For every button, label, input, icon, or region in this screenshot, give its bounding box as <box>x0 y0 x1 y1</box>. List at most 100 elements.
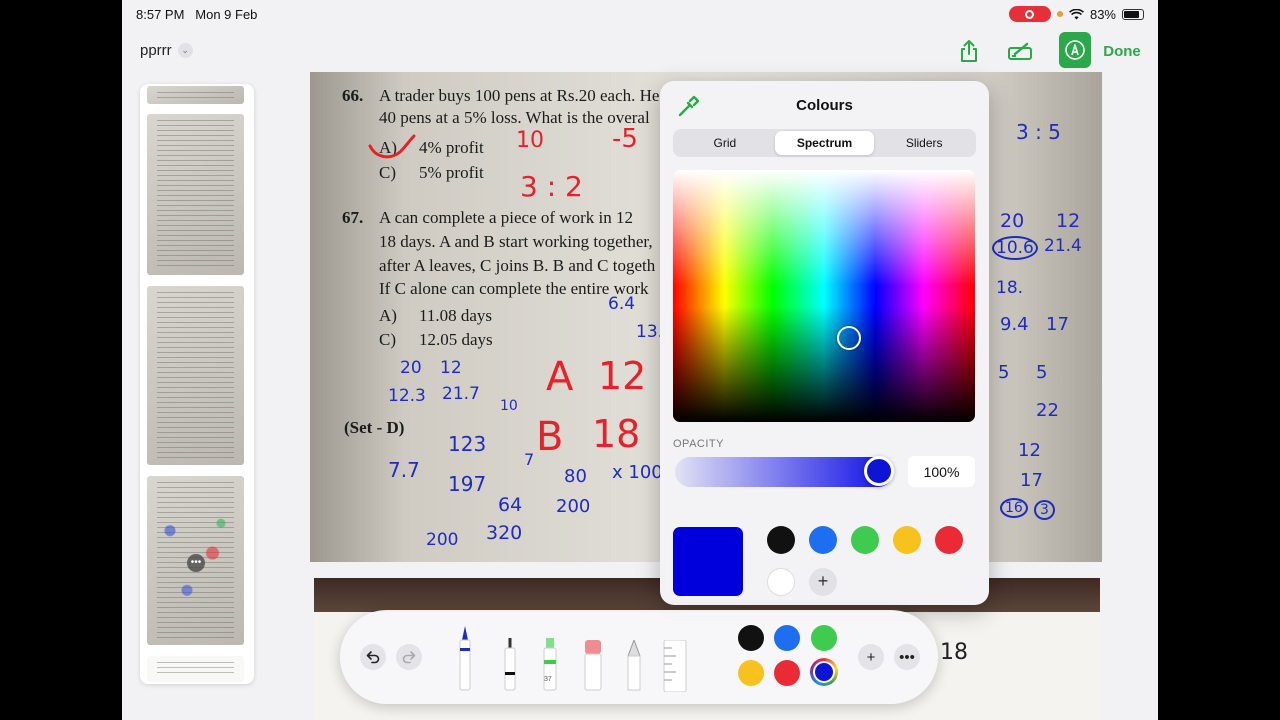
ink-annotation: 17 <box>1046 314 1069 335</box>
question-number: 67. <box>342 208 364 227</box>
ink-annotation: 197 <box>448 472 487 496</box>
ink-annotation: 18 <box>940 640 968 665</box>
ink-annotation: 10 <box>500 398 518 414</box>
colour-swatch-black[interactable] <box>767 526 795 554</box>
document-title-label: pprrr <box>140 42 172 59</box>
add-colour-button[interactable]: + <box>809 568 837 596</box>
markup-button[interactable] <box>1059 32 1091 68</box>
redo-icon <box>402 651 416 664</box>
colours-popover[interactable]: Colours Grid Spectrum Sliders OPACITY 10… <box>660 81 989 605</box>
ink-annotation: 64 <box>498 494 523 516</box>
opacity-slider-knob[interactable] <box>864 456 894 486</box>
ink-annotation: 3 <box>1034 500 1055 520</box>
markup-toolbar[interactable]: 37 + ••• <box>340 610 938 704</box>
marker-size-label: 37 <box>544 676 552 683</box>
screen-recording-icon[interactable] <box>1008 6 1051 22</box>
redo-button[interactable] <box>396 644 422 670</box>
eraser-tool-icon[interactable] <box>582 640 604 692</box>
add-tool-button[interactable]: + <box>858 644 884 670</box>
page-thumbnail[interactable] <box>147 86 244 104</box>
ink-annotation: 10.6 <box>992 236 1038 260</box>
share-button[interactable] <box>954 34 984 68</box>
option-text: 4% profit <box>419 138 484 157</box>
popover-title: Colours <box>796 97 853 114</box>
chevron-down-icon[interactable]: ⌄ <box>177 43 193 58</box>
undo-icon <box>366 651 380 664</box>
colour-swatch-white[interactable] <box>767 568 795 596</box>
ink-annotation: 200 <box>556 496 591 517</box>
ink-annotation: 21.7 <box>442 384 480 404</box>
question-text: A trader buys 100 pens at Rs.20 each. He <box>379 86 660 105</box>
more-icon[interactable]: ••• <box>187 554 205 572</box>
mic-indicator-icon <box>1056 11 1063 17</box>
ink-annotation: 20 <box>400 358 422 378</box>
ink-annotation: B <box>536 414 564 460</box>
ink-annotation: 18. <box>996 278 1024 298</box>
fineliner-tool-icon[interactable] <box>500 638 520 692</box>
share-icon <box>961 40 977 62</box>
undo-button[interactable] <box>360 644 386 670</box>
ink-annotation: 12.3 <box>388 386 426 406</box>
set-label: (Set - D) <box>344 418 405 437</box>
colour-swatch-yellow[interactable] <box>893 526 921 554</box>
opacity-label: OPACITY <box>673 438 724 450</box>
ink-annotation: 80 <box>564 466 587 487</box>
option-text: 5% profit <box>419 163 484 182</box>
spectrum-picker[interactable] <box>673 170 975 422</box>
ink-annotation: 9.4 <box>1000 314 1029 335</box>
ink-annotation: 320 <box>486 522 523 544</box>
option-letter: C) <box>379 163 396 182</box>
opacity-value-field[interactable]: 100% <box>908 456 975 487</box>
ink-annotation: 6.4 <box>608 294 636 314</box>
ink-annotation: 21.4 <box>1044 236 1082 256</box>
page-thumbnail-selected[interactable]: ••• <box>147 476 244 645</box>
option-letter: C) <box>379 330 396 349</box>
ink-annotation: 20 <box>1000 210 1025 232</box>
question-number: 66. <box>342 86 364 105</box>
opacity-slider[interactable] <box>675 457 893 487</box>
page-thumbnails-sidebar[interactable]: ••• <box>140 84 254 684</box>
ink-annotation: 7 <box>524 450 535 469</box>
more-options-button[interactable]: ••• <box>894 644 920 670</box>
document-title[interactable]: pprrr ⌄ <box>140 42 193 59</box>
ink-annotation: 200 <box>426 530 459 550</box>
spectrum-cursor[interactable] <box>837 326 861 350</box>
colour-swatch-blue[interactable] <box>809 526 837 554</box>
tab-sliders[interactable]: Sliders <box>874 131 974 155</box>
colour-swatch-green[interactable] <box>851 526 879 554</box>
colour-swatch-red[interactable] <box>935 526 963 554</box>
pen-tool-icon[interactable] <box>455 624 475 692</box>
colour-mode-tabs[interactable]: Grid Spectrum Sliders <box>673 129 976 157</box>
page-thumbnail[interactable] <box>147 656 244 682</box>
toolbar-swatch-green[interactable] <box>811 625 837 651</box>
ink-annotation: 12 <box>1018 440 1041 461</box>
pencil-tool-icon[interactable] <box>624 640 644 692</box>
current-colour-swatch <box>673 527 743 596</box>
ink-annotation: 5 <box>998 362 1010 383</box>
option-text: 11.08 days <box>419 306 493 325</box>
option-text: 12.05 days <box>419 330 493 349</box>
page-thumbnail[interactable] <box>147 286 244 465</box>
ipad-screen: 8:57 PM Mon 9 Feb 83% pprrr ⌄ Done ••• 6… <box>122 0 1158 720</box>
toolbar-swatch-red[interactable] <box>774 660 800 686</box>
marker-tool[interactable]: 37 <box>540 638 560 697</box>
toolbar-swatch-black[interactable] <box>738 625 764 651</box>
toolbar-swatch-yellow[interactable] <box>738 660 764 686</box>
highlight-tool-button[interactable] <box>1004 34 1038 68</box>
question-text: A can complete a piece of work in 12 <box>379 208 633 227</box>
status-time: 8:57 PM Mon 9 Feb <box>136 7 257 22</box>
question-text: 40 pens at a 5% loss. What is the overal <box>379 108 650 127</box>
tab-spectrum[interactable]: Spectrum <box>774 131 875 155</box>
ink-annotation: A <box>546 354 574 400</box>
marker-pen-icon <box>1008 42 1032 60</box>
tab-grid[interactable]: Grid <box>675 131 775 155</box>
ink-annotation: -5 <box>612 124 638 154</box>
page-thumbnail[interactable] <box>147 114 244 275</box>
toolbar-swatch-blue[interactable] <box>774 625 800 651</box>
ruler-tool-icon[interactable] <box>662 640 688 692</box>
ink-annotation: 12 <box>598 354 647 398</box>
ink-annotation: 7.7 <box>388 458 420 482</box>
colour-picker-button[interactable] <box>810 658 838 686</box>
done-button[interactable]: Done <box>1100 34 1144 68</box>
ink-annotation: 22 <box>1036 400 1059 421</box>
